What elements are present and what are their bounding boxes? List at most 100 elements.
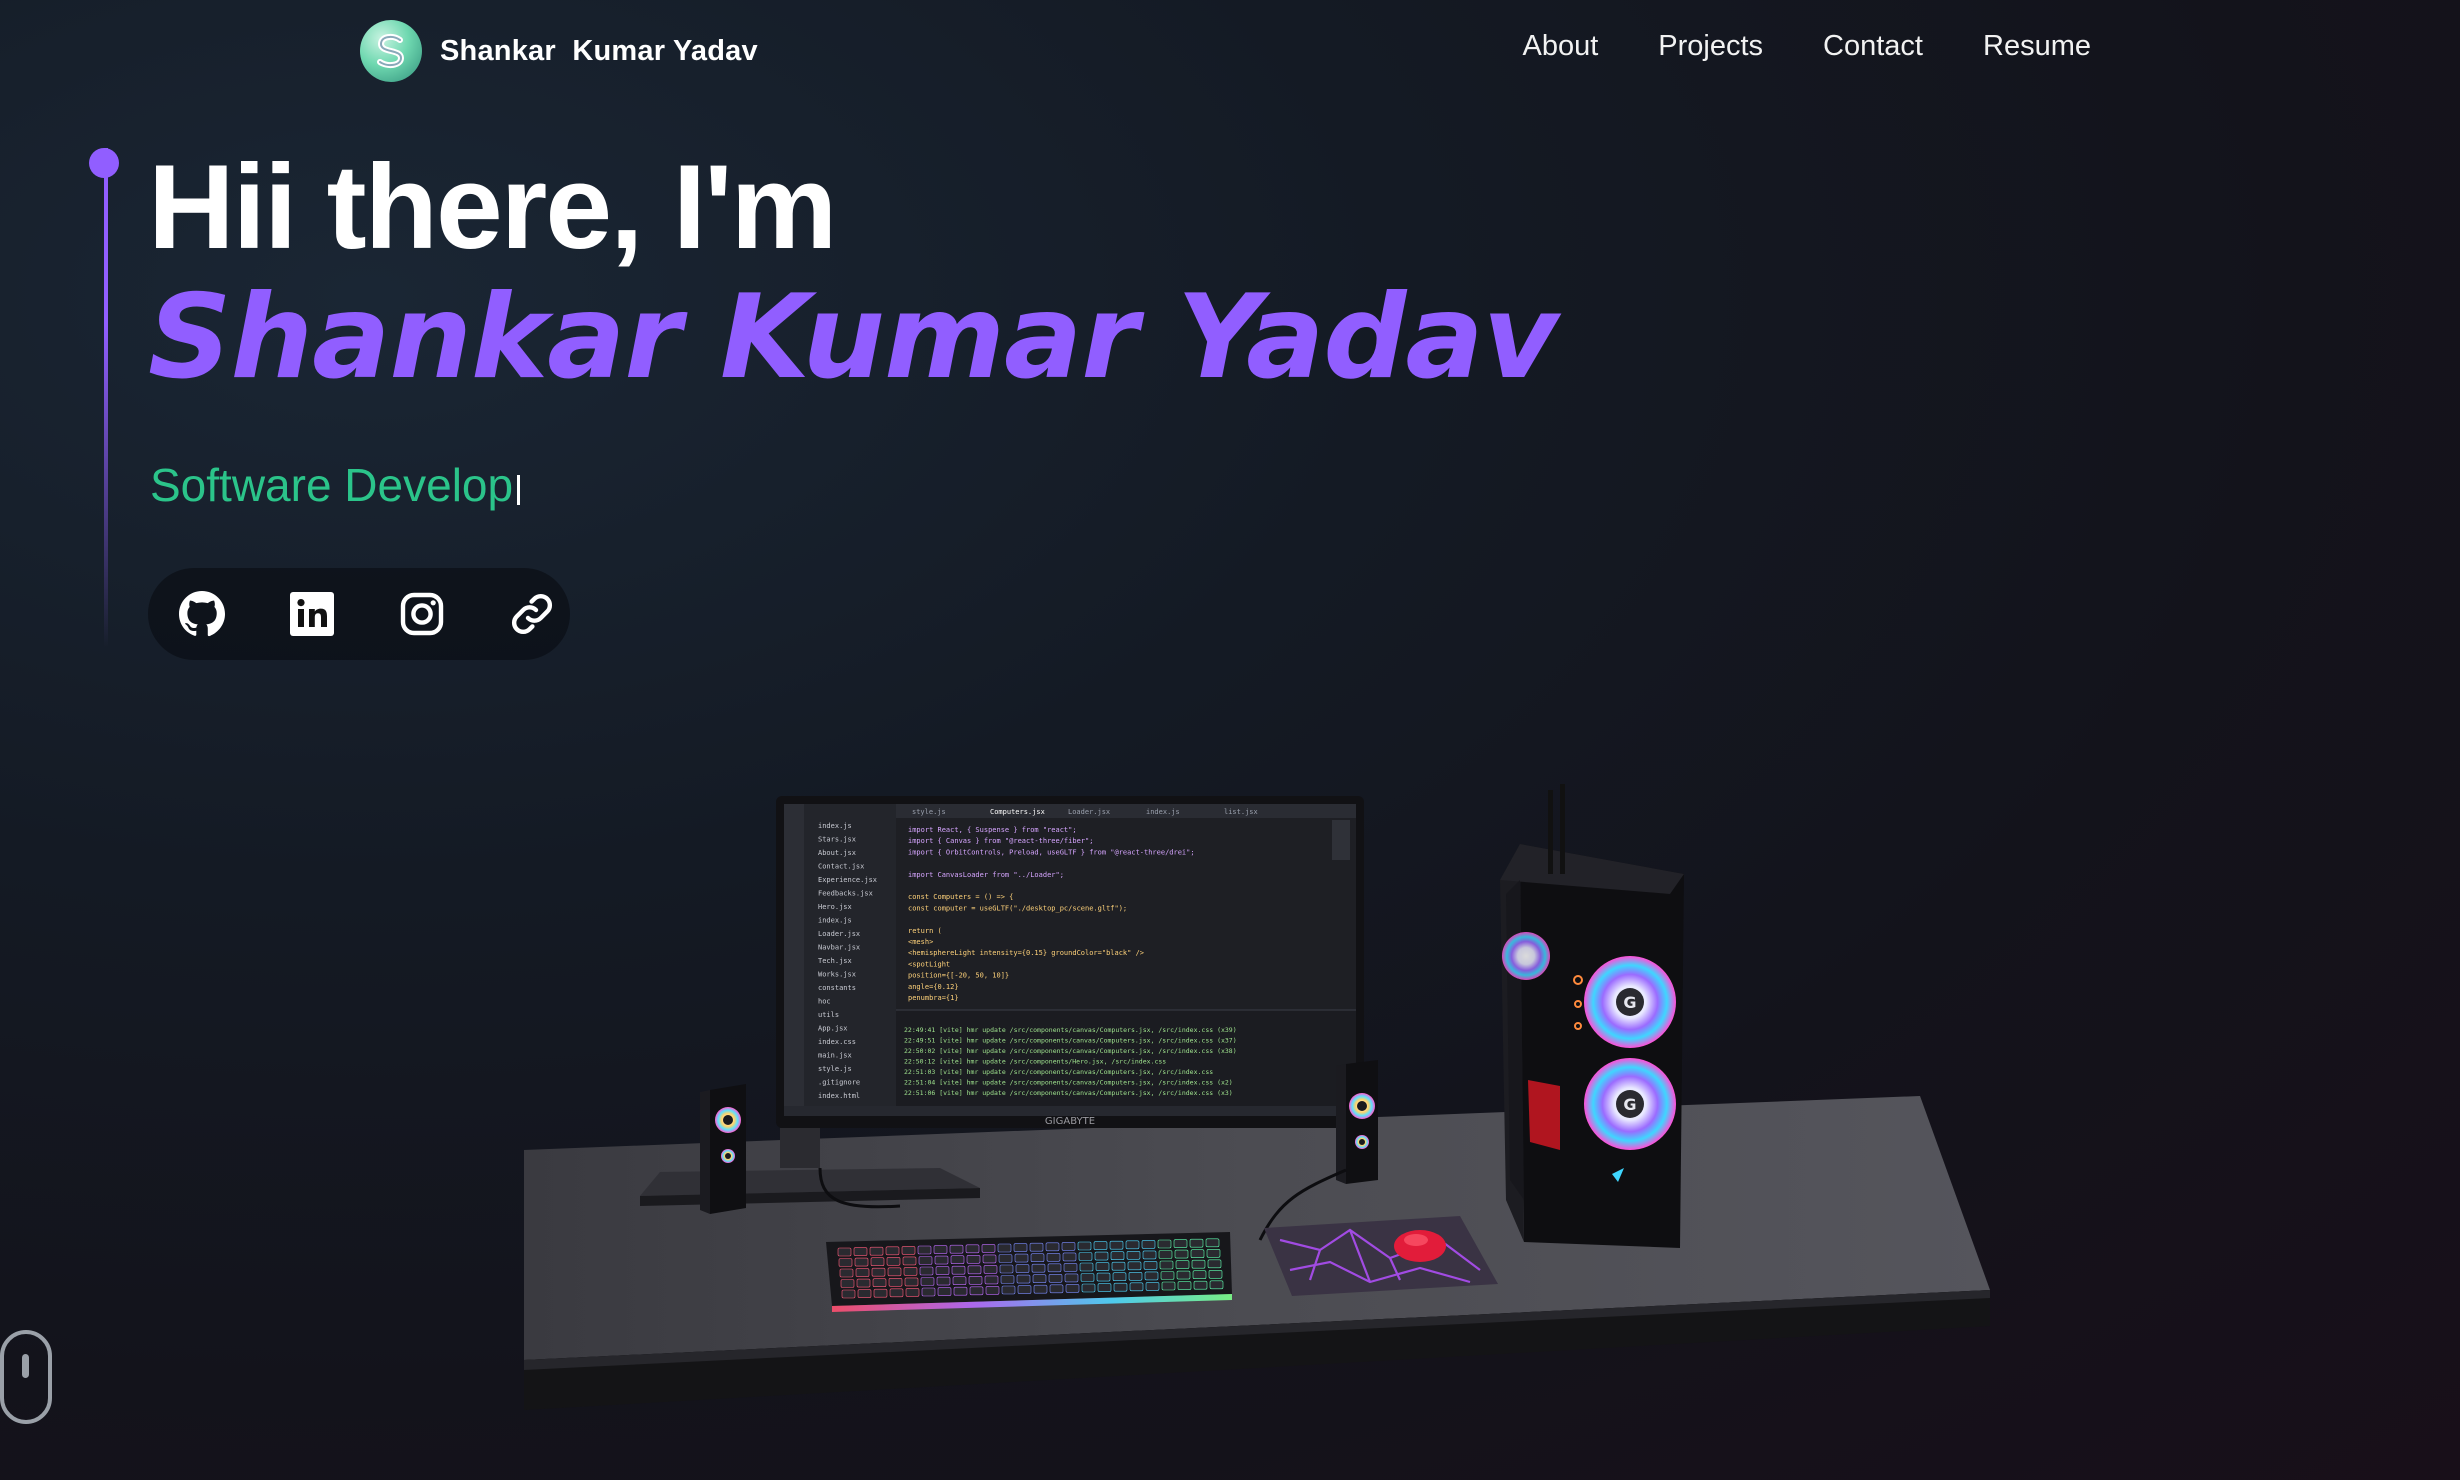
keyboard-key (871, 1267, 886, 1277)
keyboard-key (933, 1245, 948, 1254)
brand-name: Shankar Kumar Yadav (440, 34, 758, 67)
keyboard-key (870, 1257, 885, 1267)
keyboard-key (1175, 1260, 1190, 1269)
keyboard-key (998, 1254, 1013, 1263)
keyboard-key (1113, 1282, 1128, 1292)
editor-tab: Computers.jsx (990, 808, 1045, 816)
code-line: const Computers = () => { (908, 893, 1013, 901)
keyboard-key (1158, 1250, 1173, 1259)
explorer-file: Loader.jsx (818, 930, 860, 938)
nav-projects-link[interactable]: Projects (1658, 30, 1763, 63)
code-line: const computer = useGLTF("./desktop_pc/s… (908, 904, 1127, 912)
website-link[interactable] (502, 584, 562, 644)
typed-role-text: Software Develop (150, 459, 514, 511)
keyboard-key (920, 1277, 935, 1286)
keyboard-key (1064, 1273, 1079, 1283)
keyboard-key (1001, 1285, 1016, 1295)
keyboard-key (1193, 1280, 1208, 1290)
nav-resume-link[interactable]: Resume (1983, 30, 2091, 63)
keyboard-key (921, 1287, 936, 1297)
keyboard-key (951, 1265, 966, 1275)
keyboard-key (965, 1244, 980, 1254)
code-line: <spotLight (908, 960, 950, 968)
keyboard-key (853, 1247, 868, 1256)
hero-greeting: Hii there, I'm (148, 140, 837, 274)
keyboard-key (982, 1254, 997, 1264)
explorer-file: Stars.jsx (818, 836, 856, 844)
explorer-file: Works.jsx (818, 971, 856, 979)
social-links (148, 568, 570, 660)
editor-tab: Loader.jsx (1068, 808, 1110, 816)
explorer-file: constants (818, 984, 856, 992)
github-icon (179, 591, 225, 637)
keyboard-key (1032, 1274, 1047, 1284)
terminal-line: 22:49:51 [vite] hmr update /src/componen… (904, 1037, 1237, 1045)
github-link[interactable] (172, 584, 232, 644)
keyboard-key (839, 1268, 854, 1278)
instagram-link[interactable] (392, 584, 452, 644)
keyboard-key (1127, 1261, 1142, 1271)
code-line: import CanvasLoader from "../Loader"; (908, 871, 1064, 879)
code-line: angle={0.12} (908, 983, 959, 991)
linkedin-link[interactable] (282, 584, 342, 644)
keyboard-key (1174, 1249, 1189, 1259)
scroll-wheel (22, 1354, 29, 1378)
keyboard-key (999, 1264, 1014, 1274)
keyboard-key (953, 1286, 968, 1296)
svg-text:G: G (1623, 1095, 1636, 1114)
brand-home-link[interactable]: Shankar Kumar Yadav (360, 20, 758, 82)
nav-about-link[interactable]: About (1522, 30, 1598, 63)
keyboard-key (1144, 1271, 1159, 1281)
explorer-file: About.jsx (818, 849, 856, 857)
keyboard-key (886, 1256, 901, 1266)
terminal-line: 22:49:41 [vite] hmr update /src/componen… (904, 1026, 1237, 1034)
keyboard-key (1016, 1274, 1031, 1284)
keyboard-key (1015, 1264, 1030, 1273)
keyboard-key (1093, 1241, 1108, 1250)
keyboard-key (887, 1267, 902, 1277)
keyboard-key (1033, 1284, 1048, 1294)
keyboard-key (937, 1287, 952, 1296)
explorer-file: Contact.jsx (818, 863, 864, 871)
keyboard-key (1209, 1280, 1224, 1290)
keyboard-key (857, 1289, 872, 1298)
keyboard-key (872, 1278, 887, 1288)
keyboard-key (1000, 1275, 1015, 1284)
keyboard-key (985, 1286, 1000, 1295)
keyboard-key (1173, 1239, 1188, 1248)
keyboard-key (856, 1278, 871, 1288)
keyboard-key (1177, 1281, 1192, 1290)
desk-scene: index.js Stars.jsx About.jsx Contact.jsx Exp… (524, 784, 1990, 1410)
keyboard-key (902, 1256, 917, 1266)
scroll-indicator-mouse-icon[interactable] (0, 1330, 52, 1424)
explorer-file: Experience.jsx (818, 876, 877, 884)
keyboard-key (949, 1244, 964, 1254)
keyboard-key (969, 1286, 984, 1296)
keyboard-key (1078, 1252, 1093, 1261)
explorer-file: main.jsx (818, 1052, 852, 1060)
keyboard-key (905, 1288, 920, 1297)
terminal-line: 22:51:06 [vite] hmr update /src/componen… (904, 1089, 1233, 1097)
keyboard-key (1095, 1262, 1110, 1271)
monitor-brand-label: GIGABYTE (1045, 1116, 1095, 1127)
code-line: penumbra={1} (908, 994, 959, 1002)
accent-line (104, 148, 108, 648)
keyboard-key (903, 1267, 918, 1276)
link-icon (511, 593, 553, 635)
nav-contact-link[interactable]: Contact (1823, 30, 1923, 63)
terminal-line: 22:51:04 [vite] hmr update /src/componen… (904, 1079, 1233, 1087)
keyboard-key (934, 1255, 949, 1265)
code-line: <mesh> (908, 938, 933, 946)
terminal-line: 22:50:02 [vite] hmr update /src/componen… (904, 1047, 1237, 1055)
explorer-file: Tech.jsx (818, 957, 852, 965)
instagram-icon (400, 592, 444, 636)
keyboard-key (1096, 1272, 1111, 1282)
explorer-file: Navbar.jsx (818, 944, 860, 952)
keyboard-key (1192, 1270, 1207, 1280)
keyboard-key (981, 1244, 996, 1253)
code-line: return ( (908, 927, 942, 935)
keyboard-key (1047, 1263, 1062, 1273)
navbar: Shankar Kumar Yadav About Projects Conta… (0, 0, 2460, 104)
keyboard-key (1014, 1253, 1029, 1263)
desktop-pc-3d-canvas[interactable]: index.js Stars.jsx About.jsx Contact.jsx Exp… (520, 770, 2010, 1430)
